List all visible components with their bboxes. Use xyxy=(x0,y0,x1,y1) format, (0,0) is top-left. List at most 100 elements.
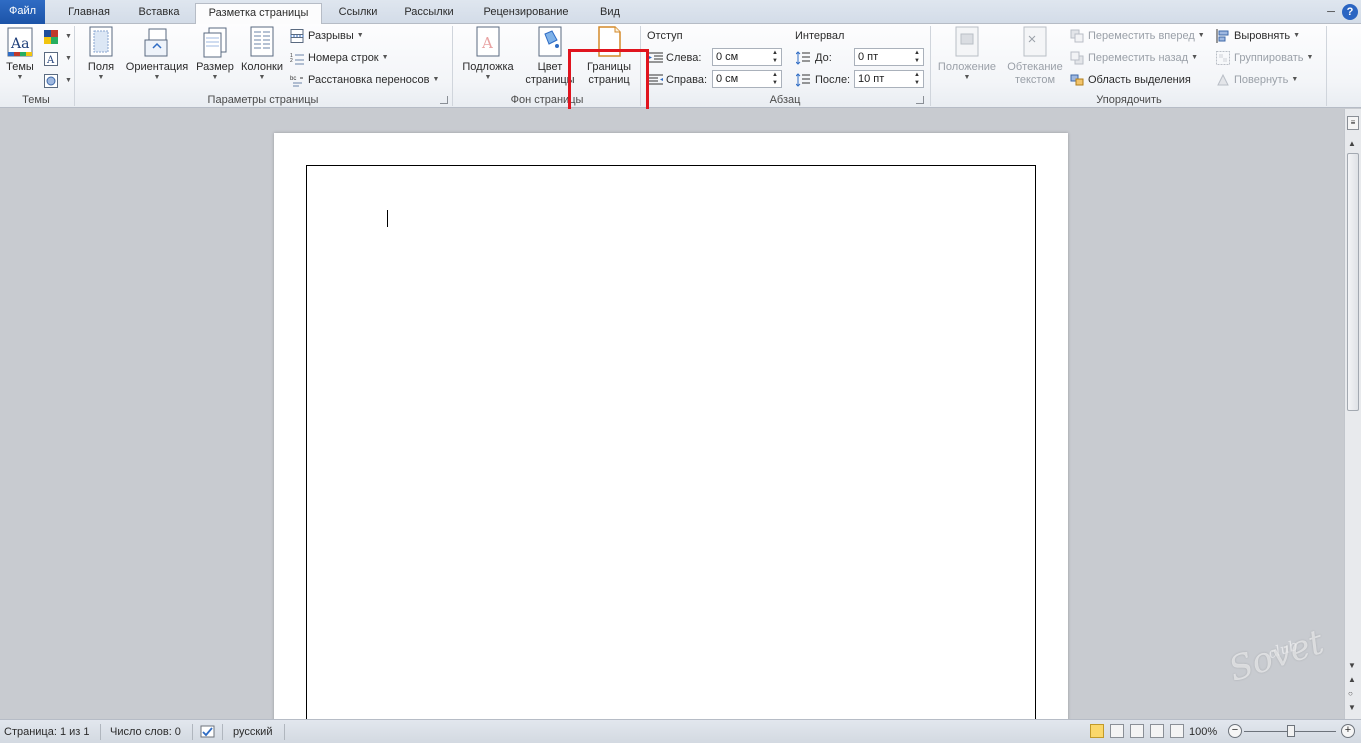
indent-left-icon xyxy=(649,52,663,63)
page-setup-group-label: Параметры страницы xyxy=(207,94,319,106)
browse-object-icon[interactable]: ○ xyxy=(1348,689,1353,698)
ruler-toggle-icon[interactable]: ≡ xyxy=(1347,116,1359,130)
theme-colors-button[interactable]: ▼ xyxy=(44,28,72,46)
spinner-arrows-icon[interactable]: ▲ ▼ xyxy=(770,71,780,87)
orientation-button[interactable]: Ориентация ▼ xyxy=(122,26,192,82)
word-count-status[interactable]: Число слов: 0 xyxy=(110,725,181,739)
rotate-label: Повернуть xyxy=(1234,74,1289,86)
columns-button[interactable]: Колонки ▼ xyxy=(238,26,286,82)
chevron-down-icon: ▼ xyxy=(153,74,161,81)
indent-right-input[interactable]: 0 см ▲ ▼ xyxy=(712,70,782,88)
tab-insert[interactable]: Вставка xyxy=(128,3,190,24)
chevron-down-icon: ▼ xyxy=(97,74,105,81)
page-count-status[interactable]: Страница: 1 из 1 xyxy=(4,725,90,739)
zoom-slider-thumb[interactable] xyxy=(1287,725,1295,737)
margins-button[interactable]: Поля ▼ xyxy=(82,26,120,82)
rotate-button[interactable]: Повернуть ▼ xyxy=(1216,71,1298,89)
chevron-down-icon: ▼ xyxy=(1291,76,1299,84)
themes-label: Темы xyxy=(6,61,34,73)
position-button[interactable]: Положение ▼ xyxy=(934,26,1000,82)
scroll-down-icon[interactable]: ▼ xyxy=(1348,661,1356,670)
ribbon-tab-bar: Файл Главная Вставка Разметка страницы С… xyxy=(0,0,1361,25)
chevron-down-icon: ▼ xyxy=(432,76,440,84)
chevron-down-icon: ▼ xyxy=(1197,32,1205,40)
spinner-arrows-icon[interactable]: ▲ ▼ xyxy=(912,71,922,87)
web-layout-icon[interactable] xyxy=(1130,724,1144,738)
minimize-ribbon-icon[interactable]: ─ xyxy=(1323,4,1339,20)
position-label: Положение xyxy=(937,61,997,73)
align-button[interactable]: Выровнять ▼ xyxy=(1216,27,1300,45)
wrap-text-button[interactable]: Обтекание текстом xyxy=(1002,26,1068,87)
columns-icon xyxy=(250,26,274,57)
breaks-button[interactable]: Разрывы ▼ xyxy=(290,27,364,45)
themes-button[interactable]: Aa Темы ▼ xyxy=(3,26,37,82)
tab-file[interactable]: Файл xyxy=(0,0,45,24)
indent-left-input[interactable]: 0 см ▲ ▼ xyxy=(712,48,782,66)
tab-mailings[interactable]: Рассылки xyxy=(394,3,464,24)
theme-effects-button[interactable]: ▼ xyxy=(44,72,72,90)
status-bar: Страница: 1 из 1 Число слов: 0 русский 1… xyxy=(0,719,1361,743)
bring-forward-button[interactable]: Переместить вперед ▼ xyxy=(1070,27,1205,45)
scrollbar-thumb[interactable] xyxy=(1347,153,1359,411)
tab-view[interactable]: Вид xyxy=(586,3,634,24)
next-page-icon[interactable]: ▼ xyxy=(1348,703,1356,712)
spacing-before-input[interactable]: 0 пт ▲ ▼ xyxy=(854,48,924,66)
spacing-after-input[interactable]: 10 пт ▲ ▼ xyxy=(854,70,924,88)
rotate-icon xyxy=(1217,73,1229,86)
send-backward-button[interactable]: Переместить назад ▼ xyxy=(1070,49,1198,67)
bring-forward-icon xyxy=(1070,29,1084,43)
language-status[interactable]: русский xyxy=(233,725,272,739)
chevron-down-icon: ▼ xyxy=(65,55,72,63)
watermark-button[interactable]: A Подложка ▼ xyxy=(458,26,518,82)
tab-page-layout[interactable]: Разметка страницы xyxy=(195,3,322,25)
svg-text:A: A xyxy=(46,55,55,66)
watermark-label: Подложка xyxy=(462,61,514,73)
document-page[interactable] xyxy=(274,133,1068,743)
draft-view-icon[interactable] xyxy=(1170,724,1184,738)
help-icon[interactable]: ? xyxy=(1342,4,1358,20)
orientation-icon xyxy=(144,28,168,57)
previous-page-icon[interactable]: ▲ xyxy=(1348,675,1356,684)
vertical-scrollbar[interactable]: ≡ ▲ ▼ ▲ ○ ▼ xyxy=(1344,109,1361,719)
theme-fonts-button[interactable]: A ▼ xyxy=(44,50,72,68)
status-divider xyxy=(100,724,101,740)
chevron-down-icon: ▼ xyxy=(16,74,24,81)
size-button[interactable]: Размер ▼ xyxy=(194,26,236,82)
zoom-out-icon[interactable]: − xyxy=(1228,724,1242,738)
zoom-level[interactable]: 100% xyxy=(1189,725,1217,739)
hyphenation-label: Расстановка переносов xyxy=(308,74,430,86)
page-setup-launcher-icon[interactable] xyxy=(440,96,448,104)
selection-pane-button[interactable]: Область выделения xyxy=(1070,71,1191,89)
text-caret xyxy=(387,210,388,227)
page-size-icon xyxy=(203,27,227,58)
tab-review[interactable]: Рецензирование xyxy=(472,3,580,24)
paragraph-group-label: Абзац xyxy=(769,94,801,106)
spinner-arrows-icon[interactable]: ▲ ▼ xyxy=(912,49,922,65)
zoom-in-icon[interactable]: + xyxy=(1341,724,1355,738)
send-backward-label: Переместить назад xyxy=(1088,52,1189,64)
hyphenation-button[interactable]: bc Расстановка переносов ▼ xyxy=(290,71,439,89)
tab-home[interactable]: Главная xyxy=(55,3,123,24)
chevron-down-icon: ▼ xyxy=(381,54,389,62)
tab-references[interactable]: Ссылки xyxy=(328,3,388,24)
paragraph-launcher-icon[interactable] xyxy=(916,96,924,104)
chevron-down-icon: ▼ xyxy=(65,33,72,41)
group-button[interactable]: Группировать ▼ xyxy=(1216,49,1313,67)
group-divider xyxy=(930,26,931,106)
paint-bucket-icon xyxy=(538,26,562,57)
theme-colors-icon xyxy=(44,30,58,45)
wrap-text-label-2: текстом xyxy=(1014,74,1056,86)
align-icon xyxy=(1216,29,1229,44)
spinner-arrows-icon[interactable]: ▲ ▼ xyxy=(770,49,780,65)
line-numbers-icon: 12 xyxy=(290,53,304,65)
line-numbers-button[interactable]: 1 2 Номера строк ▼ xyxy=(290,49,389,67)
full-screen-reading-icon[interactable] xyxy=(1110,724,1124,738)
proofing-check-icon[interactable] xyxy=(200,724,216,740)
margins-icon xyxy=(89,26,113,57)
print-layout-view-icon[interactable] xyxy=(1090,724,1104,738)
scroll-up-icon[interactable]: ▲ xyxy=(1348,139,1356,148)
chevron-down-icon: ▼ xyxy=(211,74,219,81)
theme-fonts-icon: A xyxy=(44,52,58,67)
outline-view-icon[interactable] xyxy=(1150,724,1164,738)
bring-forward-label: Переместить вперед xyxy=(1088,30,1195,42)
